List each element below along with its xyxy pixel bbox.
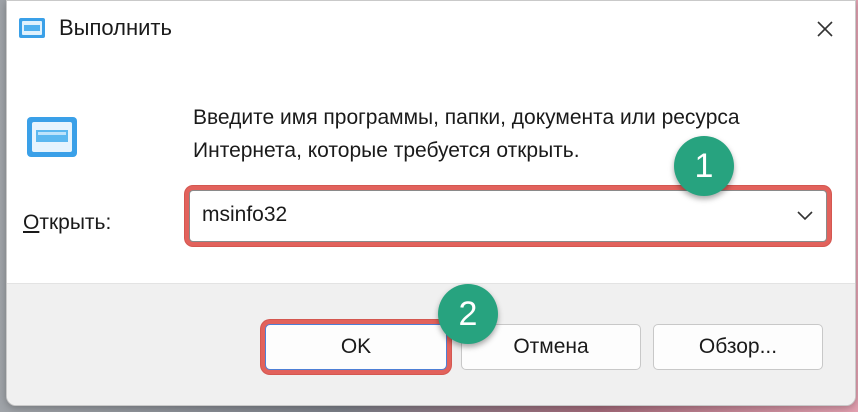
open-label: Открыть: [23, 211, 111, 235]
window-title: Выполнить [59, 15, 172, 40]
step-badge-1: 1 [674, 136, 734, 196]
open-label-accel: О [23, 211, 40, 234]
close-button[interactable] [805, 9, 845, 49]
close-icon [817, 21, 833, 37]
open-input[interactable]: msinfo32 [202, 203, 287, 227]
ok-button[interactable]: OK [265, 324, 447, 370]
run-program-icon [27, 117, 77, 157]
browse-button[interactable]: Обзор... [653, 324, 823, 370]
open-label-text: ткрыть: [39, 211, 112, 234]
run-dialog: Выполнить Введите имя программы, папки, … [6, 0, 856, 406]
run-icon [19, 18, 45, 38]
title-bar: Выполнить [7, 1, 855, 57]
dialog-footer: OK Отмена Обзор... [7, 283, 855, 405]
step-badge-2: 2 [438, 284, 498, 344]
chevron-down-icon[interactable] [796, 208, 814, 222]
open-combobox[interactable]: msinfo32 [189, 190, 827, 242]
description-text: Введите имя программы, папки, документа … [193, 106, 740, 162]
